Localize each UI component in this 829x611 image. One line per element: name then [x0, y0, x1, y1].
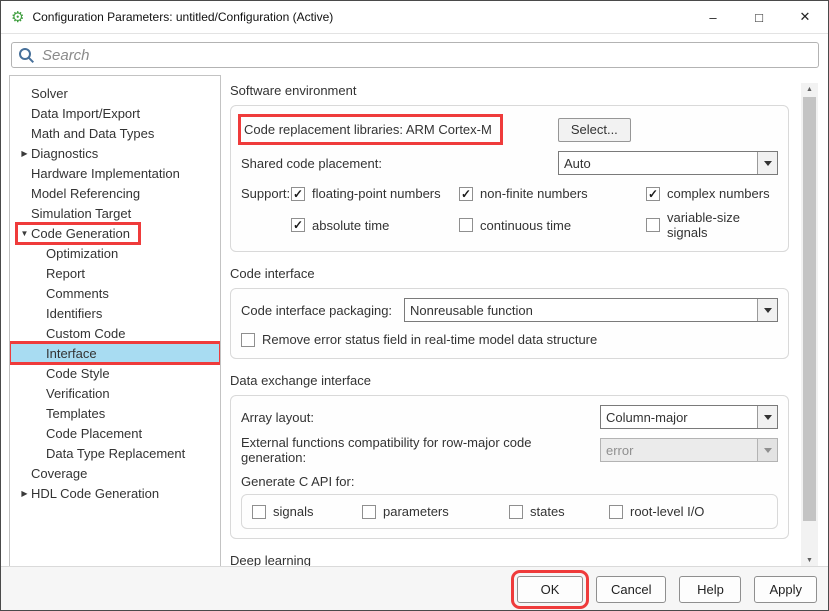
code-replacement-libraries-label: Code replacement libraries:: [244, 122, 403, 137]
chevron-down-icon[interactable]: [757, 299, 777, 321]
sidebar-item-hardware-implementation[interactable]: Hardware Implementation: [10, 163, 220, 183]
expand-arrow-icon[interactable]: ▶: [18, 489, 31, 498]
support-label: Support:: [241, 186, 291, 201]
simulink-gear-icon: ⚙: [11, 10, 24, 25]
code-generation-annotation-box: ▼Code Generation: [18, 225, 138, 242]
sidebar-item-simulation-target[interactable]: Simulation Target: [10, 203, 220, 223]
collapse-arrow-icon[interactable]: ▼: [18, 229, 31, 238]
select-button[interactable]: Select...: [558, 118, 631, 142]
sidebar-item-verification[interactable]: Verification: [10, 383, 220, 403]
configuration-parameters-dialog: ⚙ Configuration Parameters: untitled/Con…: [0, 0, 829, 611]
sidebar-item-optimization[interactable]: Optimization: [10, 243, 220, 263]
help-button[interactable]: Help: [679, 576, 741, 603]
checkbox-remove-error-status[interactable]: Remove error status field in real-time m…: [241, 332, 597, 347]
section-title-code-interface: Code interface: [230, 266, 789, 281]
sidebar-item-templates[interactable]: Templates: [10, 403, 220, 423]
search-icon: [18, 47, 35, 64]
checkbox-continuous-time[interactable]: continuous time: [459, 218, 646, 233]
window-title: Configuration Parameters: untitled/Confi…: [32, 10, 333, 24]
sidebar-item-hdl-code-generation[interactable]: ▶HDL Code Generation: [10, 483, 220, 503]
array-layout-dropdown[interactable]: Column-major: [600, 405, 778, 429]
close-button[interactable]: ✕: [782, 1, 828, 33]
window-controls: – □ ✕: [690, 1, 828, 33]
generate-c-api-label: Generate C API for:: [241, 474, 354, 489]
search-bar: [11, 42, 819, 68]
ok-button[interactable]: OK: [517, 576, 583, 603]
sidebar-item-data-import-export[interactable]: Data Import/Export: [10, 103, 220, 123]
sidebar-item-diagnostics[interactable]: ▶Diagnostics: [10, 143, 220, 163]
code-interface-group: Code interface packaging: Nonreusable fu…: [230, 288, 789, 359]
checkbox-floating-point-numbers[interactable]: ✓floating-point numbers: [291, 186, 459, 201]
sidebar-item-math-and-data-types[interactable]: Math and Data Types: [10, 123, 220, 143]
chevron-down-icon[interactable]: [757, 152, 777, 174]
checkbox-parameters[interactable]: parameters: [362, 504, 509, 519]
code-interface-packaging-label: Code interface packaging:: [241, 303, 404, 318]
settings-panel: Software environment Code replacement li…: [229, 83, 789, 567]
checkbox-variable-size-signals[interactable]: variable-size signals: [646, 210, 778, 240]
software-environment-group: Code replacement libraries: ARM Cortex-M…: [230, 105, 789, 252]
section-title-data-exchange: Data exchange interface: [230, 373, 789, 388]
sidebar-item-data-type-replacement[interactable]: Data Type Replacement: [10, 443, 220, 463]
checkbox-non-finite-numbers[interactable]: ✓non-finite numbers: [459, 186, 646, 201]
data-exchange-group: Array layout: Column-major External func…: [230, 395, 789, 539]
expand-arrow-icon[interactable]: ▶: [18, 149, 31, 158]
sidebar-item-report[interactable]: Report: [10, 263, 220, 283]
external-functions-compatibility-dropdown: error: [600, 438, 778, 462]
checkbox-absolute-time[interactable]: ✓absolute time: [291, 218, 459, 233]
category-tree: Solver Data Import/Export Math and Data …: [9, 75, 221, 567]
search-input[interactable]: [11, 42, 819, 68]
dialog-footer: OK Cancel Help Apply: [1, 566, 828, 610]
external-functions-compatibility-label: External functions compatibility for row…: [241, 435, 600, 465]
minimize-button[interactable]: –: [690, 1, 736, 33]
sidebar-item-identifiers[interactable]: Identifiers: [10, 303, 220, 323]
vertical-scrollbar[interactable]: ▲ ▼: [801, 83, 818, 567]
section-title-deep-learning: Deep learning: [230, 553, 789, 567]
scrollbar-thumb[interactable]: [803, 97, 816, 521]
apply-button[interactable]: Apply: [754, 576, 817, 603]
generate-c-api-group: signals parameters states root-level I/O: [241, 494, 778, 529]
sidebar-item-model-referencing[interactable]: Model Referencing: [10, 183, 220, 203]
chevron-down-icon[interactable]: [757, 406, 777, 428]
code-interface-packaging-dropdown[interactable]: Nonreusable function: [404, 298, 778, 322]
sidebar-item-custom-code[interactable]: Custom Code: [10, 323, 220, 343]
maximize-button[interactable]: □: [736, 1, 782, 33]
checkbox-root-level-io[interactable]: root-level I/O: [609, 504, 704, 519]
checkbox-states[interactable]: states: [509, 504, 609, 519]
code-replacement-libraries-annotation-box: Code replacement libraries: ARM Cortex-M: [241, 117, 500, 142]
code-replacement-libraries-value: ARM Cortex-M: [406, 122, 492, 137]
sidebar-item-solver[interactable]: Solver: [10, 83, 220, 103]
sidebar-item-code-generation[interactable]: ▼Code Generation: [10, 223, 220, 243]
sidebar-item-coverage[interactable]: Coverage: [10, 463, 220, 483]
scroll-up-icon[interactable]: ▲: [801, 83, 818, 96]
sidebar-item-code-placement[interactable]: Code Placement: [10, 423, 220, 443]
sidebar-item-interface[interactable]: Interface: [10, 343, 220, 363]
sidebar-item-comments[interactable]: Comments: [10, 283, 220, 303]
checkbox-complex-numbers[interactable]: ✓complex numbers: [646, 186, 770, 201]
cancel-button[interactable]: Cancel: [596, 576, 666, 603]
array-layout-label: Array layout:: [241, 410, 600, 425]
shared-code-placement-label: Shared code placement:: [241, 156, 382, 171]
section-title-software-environment: Software environment: [230, 83, 789, 98]
sidebar-item-code-style[interactable]: Code Style: [10, 363, 220, 383]
title-bar: ⚙ Configuration Parameters: untitled/Con…: [1, 1, 828, 34]
shared-code-placement-dropdown[interactable]: Auto: [558, 151, 778, 175]
chevron-down-icon: [757, 439, 777, 461]
checkbox-signals[interactable]: signals: [252, 504, 362, 519]
